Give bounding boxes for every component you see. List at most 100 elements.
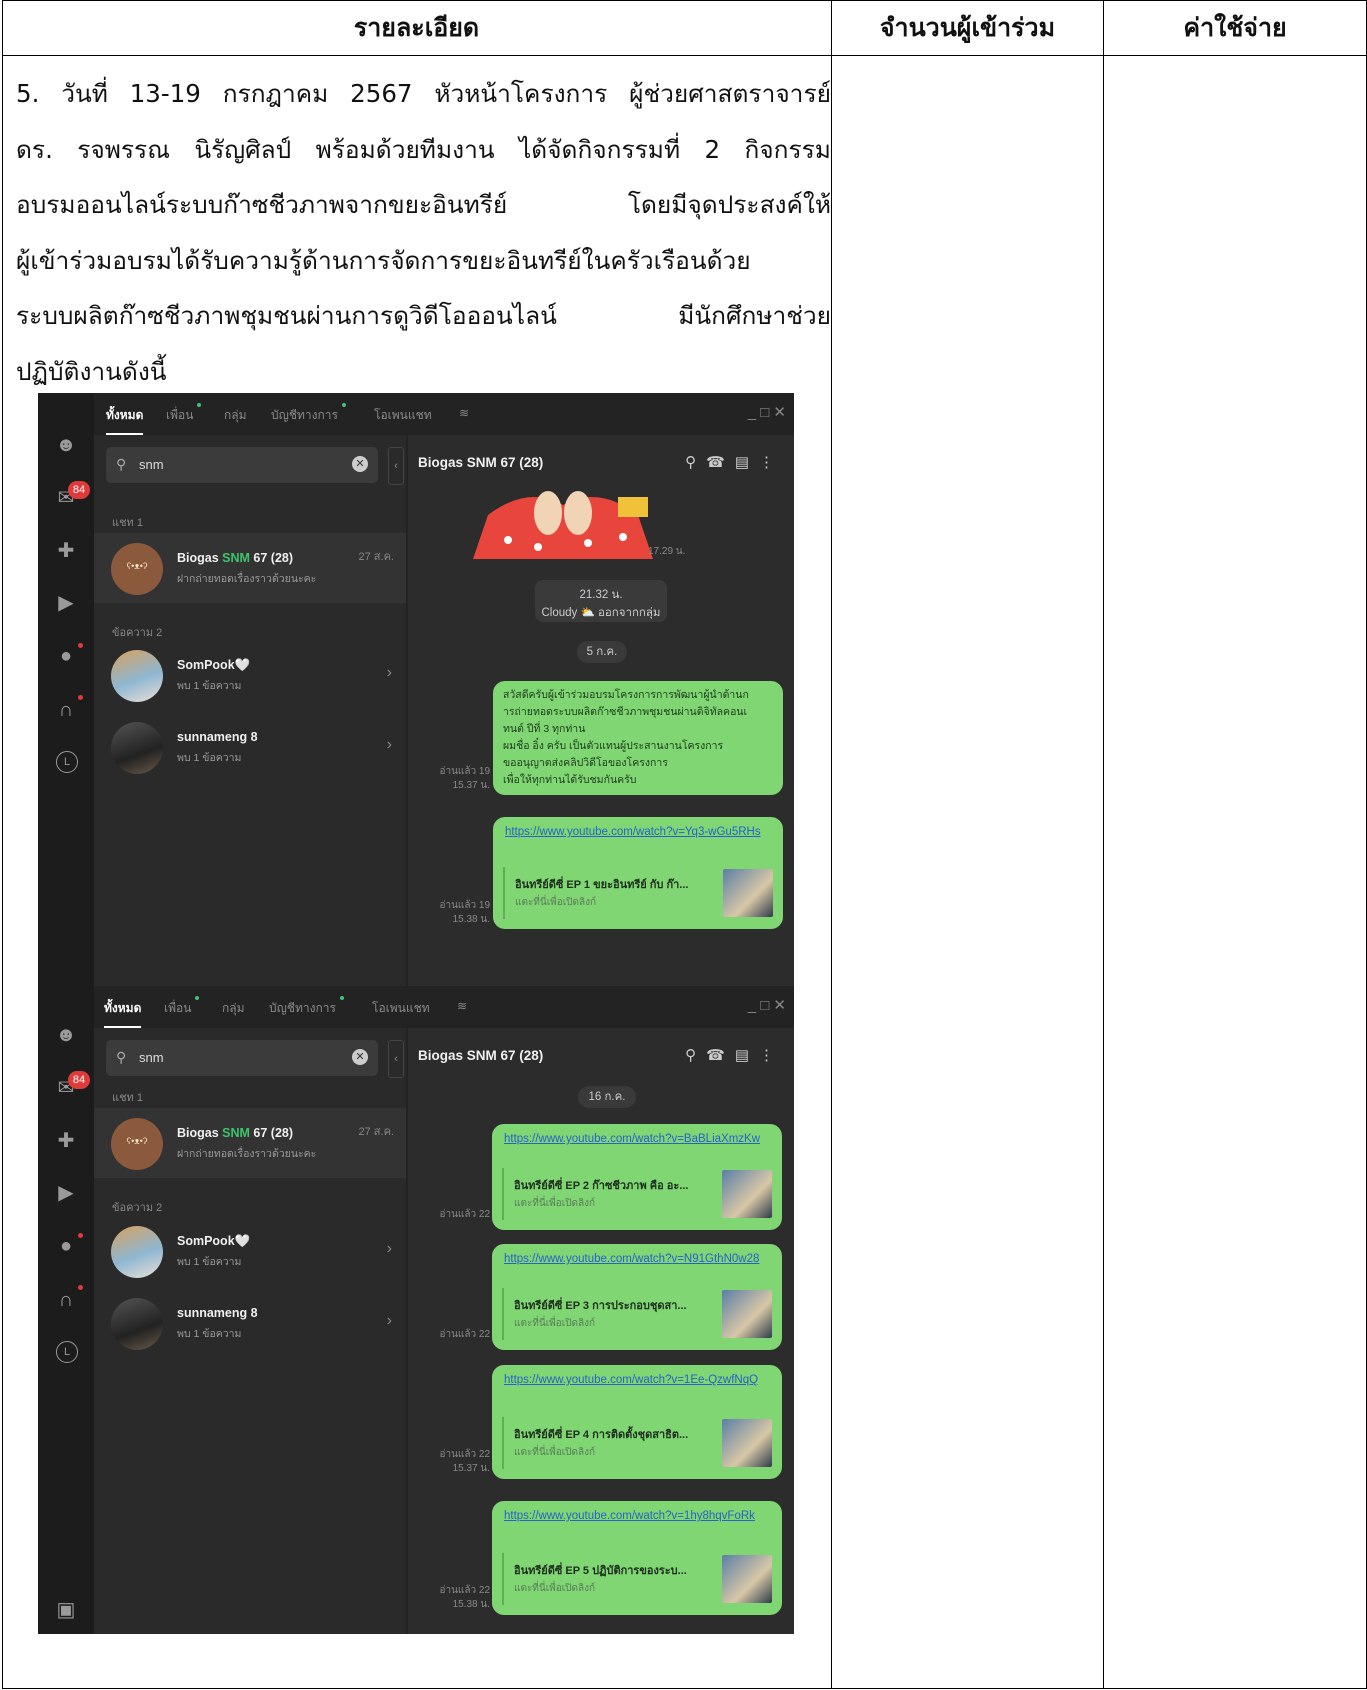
chevron-right-icon: › — [386, 1240, 392, 1257]
link-preview[interactable]: อินทรีย์ดีซี่ EP 3 การประกอบชุดสา... แตะ… — [502, 1288, 772, 1340]
chat-row-biogas[interactable]: Biogas SNM 67 (28) ฝากถ่ายทอดเรื่องราวด้… — [94, 1108, 406, 1178]
section-chats: แชท 1 — [112, 1092, 143, 1104]
line-screenshot-1: ☻ ✉ 84 ✚ ▶ ● ∩ L ทั้งหมด เพื่อน กลุ่ม บั… — [38, 393, 794, 986]
video-thumbnail — [722, 1419, 772, 1467]
news-icon[interactable]: ● — [54, 644, 78, 668]
paragraph-line: ระบบผลิตก๊าซชีวภาพชุมชนผ่านการดูวิดีโอออ… — [16, 288, 831, 344]
line-logo-icon[interactable]: L — [56, 1341, 78, 1363]
line-logo-icon[interactable]: L — [56, 751, 78, 773]
line-screenshot-2: ☻ ✉ 84 ✚ ▶ ● ∩ L ▣ ทั้งหมด เพื่อน กลุ่ม … — [38, 986, 794, 1634]
link-preview[interactable]: อินทรีย์ดีซี่ EP 2 ก๊าซชีวภาพ คือ อะ... … — [502, 1168, 772, 1220]
news-icon[interactable]: ● — [54, 1234, 78, 1258]
read-receipt: อ่านแล้ว 19 15.38 น. — [430, 899, 490, 927]
name-part: 67 (28) — [249, 551, 294, 565]
paragraph-line: ดร. รจพรรณ นิรัญศิลป์ พร้อมด้วยทีมงาน ได้จัด… — [16, 122, 831, 178]
link-message-bubble[interactable]: https://www.youtube.com/watch?v=1Ee-Qzwf… — [492, 1365, 782, 1479]
chat-date: 27 ส.ค. — [358, 1126, 394, 1138]
tab-label: เพื่อน — [164, 1001, 192, 1015]
clear-search-icon[interactable]: ✕ — [352, 1049, 368, 1065]
youtube-link[interactable]: https://www.youtube.com/watch?v=1hy8hqvF… — [492, 1501, 782, 1525]
collapse-button[interactable]: ‹ — [388, 1040, 404, 1078]
paragraph-word: กิจกรรม — [744, 134, 831, 164]
link-message-bubble[interactable]: https://www.youtube.com/watch?v=N91GthN0… — [492, 1244, 782, 1350]
friends-icon[interactable]: ☻ — [54, 433, 78, 457]
wallet-dot — [78, 1285, 83, 1290]
window-controls[interactable]: _ □ ✕ — [748, 403, 786, 421]
sent-time: 15.37 น. — [452, 780, 490, 791]
greeting-message-bubble[interactable]: สวัสดีครับผู้เข้าร่วมอบรมโครงการการพัฒนา… — [493, 681, 783, 795]
tab-all[interactable]: ทั้งหมด — [106, 406, 144, 435]
link-message-bubble[interactable]: https://www.youtube.com/watch?v=1hy8hqvF… — [492, 1501, 782, 1615]
column-divider-1 — [831, 0, 832, 1689]
add-friend-icon[interactable]: ✚ — [54, 539, 78, 563]
system-text: Cloudy ⛅ ออกจากกลุ่ม — [541, 607, 661, 619]
tab-all[interactable]: ทั้งหมด — [104, 999, 142, 1028]
message-row-sunnameng[interactable]: sunnameng 8 พบ 1 ข้อความ › — [94, 1288, 406, 1358]
search-input[interactable]: ⚲ snm ✕ — [106, 1040, 378, 1076]
preview-subtitle: แตะที่นี่เพื่อเปิดลิงก์ — [514, 1198, 596, 1209]
message-row-sunnameng[interactable]: sunnameng 8 พบ 1 ข้อความ › — [94, 712, 406, 782]
video-thumbnail — [723, 869, 773, 917]
chat-name: Biogas SNM 67 (28) — [177, 1126, 293, 1140]
youtube-link[interactable]: https://www.youtube.com/watch?v=1Ee-Qzwf… — [492, 1365, 782, 1389]
link-message-bubble[interactable]: https://www.youtube.com/watch?v=Yq3-wGu5… — [493, 817, 783, 929]
friends-icon[interactable]: ☻ — [54, 1023, 78, 1047]
video-call-icon[interactable]: ▣ — [54, 1598, 78, 1622]
filter-icon[interactable]: ≋ — [459, 406, 469, 420]
paragraph-line: ปฏิบัติงานดังนี้ — [16, 356, 167, 386]
tab-friends[interactable]: เพื่อน — [166, 403, 202, 425]
header-participants: จำนวนผู้เข้าร่วม — [879, 12, 1056, 42]
youtube-link[interactable]: https://www.youtube.com/watch?v=Yq3-wGu5… — [493, 817, 783, 841]
collapse-button[interactable]: ‹ — [388, 447, 404, 485]
link-preview[interactable]: อินทรีย์ดีซี่ EP 1 ขยะอินทรีย์ กับ ก๊า..… — [503, 867, 773, 919]
header-expenses: ค่าใช้จ่าย — [1183, 12, 1287, 42]
search-icon: ⚲ — [116, 1049, 127, 1065]
window-controls[interactable]: _ □ ✕ — [748, 996, 786, 1014]
link-preview[interactable]: อินทรีย์ดีซี่ EP 4 การติดตั้งชุดสาธิต...… — [502, 1417, 772, 1469]
chevron-right-icon: › — [386, 1312, 392, 1329]
tab-groups[interactable]: กลุ่ม — [222, 999, 245, 1018]
filter-icon[interactable]: ≋ — [457, 999, 467, 1013]
preview-title: อินทรีย์ดีซี่ EP 2 ก๊าซชีวภาพ คือ อะ... — [514, 1180, 689, 1192]
youtube-link[interactable]: https://www.youtube.com/watch?v=N91GthN0… — [492, 1244, 782, 1268]
paragraph-word: ผู้ช่วยศาสตราจารย์ — [629, 79, 831, 108]
tab-official[interactable]: บัญชีทางการ — [271, 403, 346, 425]
avatar — [111, 1118, 163, 1170]
preview-title: อินทรีย์ดีซี่ EP 5 ปฏิบัติการของระบ... — [514, 1565, 687, 1577]
link-preview[interactable]: อินทรีย์ดีซี่ EP 5 ปฏิบัติการของระบ... แ… — [502, 1553, 772, 1605]
message-line: ารถ่ายทอดระบบผลิตก๊าซชีวภาพชุมชนผ่านดิจิ… — [503, 706, 748, 718]
voom-icon[interactable]: ▶ — [54, 1181, 78, 1205]
tab-openchat[interactable]: โอเพนแชท — [374, 406, 432, 425]
new-dot — [339, 996, 344, 1000]
paragraph-word: หัวหน้าโครงการ — [434, 79, 608, 108]
tab-friends[interactable]: เพื่อน — [164, 996, 200, 1018]
paragraph-word: กรกฎาคม — [222, 79, 329, 108]
date-separator: 16 ก.ค. — [578, 1086, 636, 1108]
chat-row-biogas[interactable]: Biogas SNM 67 (28) ฝากถ่ายทอดเรื่องราวด้… — [94, 533, 406, 603]
paragraph-word: 5. — [16, 79, 40, 108]
paragraph-line: 5. วันที่ 13-19 กรกฎาคม 2567 หัวหน้าโครงการ ผู… — [16, 66, 831, 122]
header-divider — [2, 55, 1367, 56]
tab-groups[interactable]: กลุ่ม — [224, 406, 247, 425]
chevron-right-icon: › — [386, 664, 392, 681]
preview-subtitle: แตะที่นี่เพื่อเปิดลิงก์ — [515, 897, 597, 908]
search-input[interactable]: ⚲ snm ✕ — [106, 447, 378, 483]
add-friend-icon[interactable]: ✚ — [54, 1129, 78, 1153]
message-row-sompook[interactable]: SomPook🤍 พบ 1 ข้อความ › — [94, 640, 406, 710]
wallet-icon[interactable]: ∩ — [54, 698, 78, 722]
message-row-sompook[interactable]: SomPook🤍 พบ 1 ข้อความ › — [94, 1216, 406, 1286]
tab-official[interactable]: บัญชีทางการ — [269, 996, 344, 1018]
nav-rail: ☻ ✉ 84 ✚ ▶ ● ∩ L ▣ — [38, 986, 94, 1634]
link-message-bubble[interactable]: https://www.youtube.com/watch?v=BaBLiaXm… — [492, 1124, 782, 1230]
youtube-link[interactable]: https://www.youtube.com/watch?v=BaBLiaXm… — [492, 1124, 782, 1148]
chat-actions[interactable]: ⚲☎▤⋮ — [685, 453, 784, 471]
tab-openchat[interactable]: โอเพนแชท — [372, 999, 430, 1018]
message-line: สวัสดีครับผู้เข้าร่วมอบรมโครงการการพัฒนา… — [503, 689, 749, 701]
clear-search-icon[interactable]: ✕ — [352, 456, 368, 472]
wallet-icon[interactable]: ∩ — [54, 1288, 78, 1312]
voom-icon[interactable]: ▶ — [54, 591, 78, 615]
chat-actions[interactable]: ⚲☎▤⋮ — [685, 1046, 784, 1064]
system-message: 21.32 น. Cloudy ⛅ ออกจากกลุ่ม — [535, 580, 667, 622]
paragraph-line: ผู้เข้าร่วมอบรมได้รับความรู้ด้านการจัดกา… — [16, 233, 831, 289]
search-value: snm — [139, 457, 164, 472]
